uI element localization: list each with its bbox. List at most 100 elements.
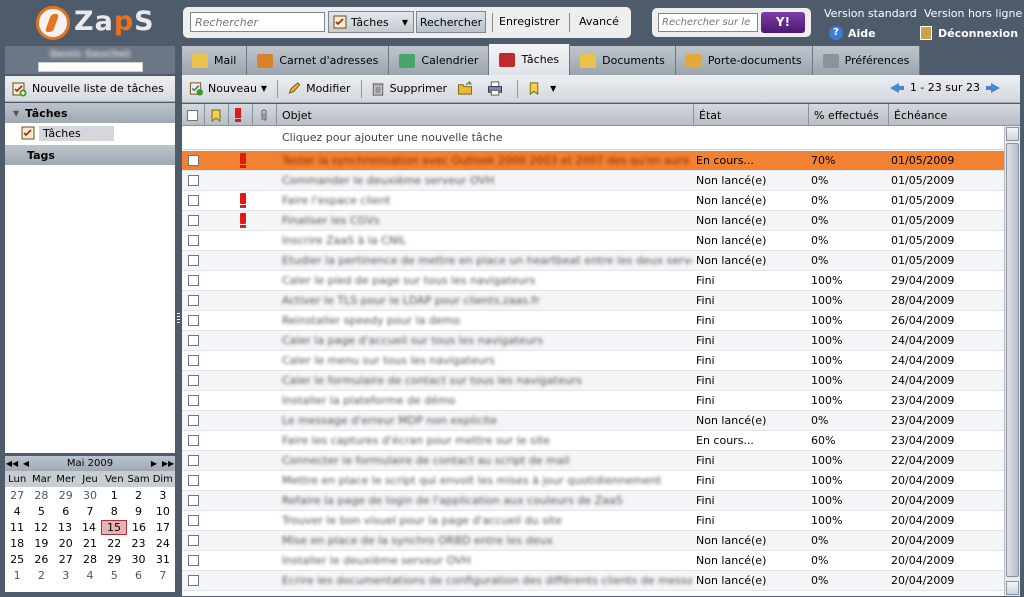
next-month-icon[interactable]: ▶: [147, 459, 161, 468]
calendar-day[interactable]: 6: [126, 569, 150, 582]
search-input[interactable]: [190, 12, 325, 32]
move-to-folder-button[interactable]: [457, 81, 477, 96]
calendar-day[interactable]: 26: [29, 553, 53, 566]
calendar-day[interactable]: 5: [102, 569, 126, 582]
subject-column-header[interactable]: Objet: [277, 104, 694, 126]
calendar-day[interactable]: 2: [29, 569, 53, 582]
yahoo-search-button[interactable]: Y!: [761, 12, 805, 33]
calendar-day[interactable]: 29: [102, 553, 126, 566]
prev-page-icon[interactable]: [889, 82, 904, 94]
prev-month-icon[interactable]: ◀: [19, 459, 33, 468]
row-checkbox[interactable]: [188, 355, 199, 366]
tab-briefcase[interactable]: Porte-documents: [675, 46, 813, 75]
next-page-icon[interactable]: [986, 82, 1000, 94]
calendar-day[interactable]: 1: [102, 489, 126, 502]
scroll-up-icon[interactable]: [1006, 127, 1019, 141]
task-subject[interactable]: Tester la synchronisation avec Outlook 2…: [282, 151, 692, 171]
calendar-day[interactable]: 27: [5, 489, 29, 502]
search-type-dropdown[interactable]: Tâches ▼: [328, 11, 414, 33]
row-checkbox[interactable]: [188, 475, 199, 486]
prev-year-icon[interactable]: ◀◀: [5, 459, 19, 468]
tab-calendar[interactable]: Calendrier: [389, 46, 490, 75]
calendar-day[interactable]: 28: [29, 489, 53, 502]
task-subject[interactable]: Reinstaller speedy pour la demo: [282, 311, 692, 331]
task-subject[interactable]: Le message d'erreur MDP non explicite: [282, 411, 692, 431]
row-checkbox[interactable]: [188, 495, 199, 506]
calendar-day[interactable]: 30: [78, 489, 102, 502]
table-row[interactable]: Caler le pied de page sur tous les navig…: [182, 271, 1004, 291]
tag-column-header[interactable]: [205, 104, 229, 126]
task-subject[interactable]: Mettre en place le script qui envoit les…: [282, 471, 692, 491]
task-subject[interactable]: Installer la plateforme de démo: [282, 391, 692, 411]
row-checkbox[interactable]: [188, 415, 199, 426]
task-subject[interactable]: Connecter le formulaire de contact au sc…: [282, 451, 692, 471]
table-row[interactable]: Installer la plateforme de démo Fini 100% 2…: [182, 391, 1004, 411]
calendar-day[interactable]: 3: [151, 489, 175, 502]
table-row[interactable]: Installer le deuxième serveur OVH Non lan…: [182, 551, 1004, 571]
calendar-day[interactable]: 18: [5, 537, 29, 550]
calendar-day[interactable]: 28: [78, 553, 102, 566]
sidebar-item-tasks[interactable]: Tâches: [5, 123, 175, 143]
state-column-header[interactable]: État: [694, 104, 809, 126]
calendar-day[interactable]: 8: [102, 505, 126, 518]
priority-column-header[interactable]: [229, 104, 253, 126]
row-checkbox[interactable]: [188, 375, 199, 386]
task-subject[interactable]: Inscrire ZaaS à la CNIL: [282, 231, 692, 251]
new-task-list-button[interactable]: Nouvelle liste de tâches: [5, 76, 175, 102]
table-row[interactable]: Finaliser les CGVs Non lancé(e) 0% 01/05/20…: [182, 211, 1004, 231]
calendar-day[interactable]: 1: [5, 569, 29, 582]
task-subject[interactable]: Trouver le bon visuel pour la page d'acc…: [282, 511, 692, 531]
add-task-row[interactable]: Cliquez pour ajouter une nouvelle tâche: [182, 126, 1004, 150]
task-subject[interactable]: Mise en place de la synchro ORBD entre l…: [282, 531, 692, 551]
table-row[interactable]: Etudier la pertinence de mettre en place…: [182, 251, 1004, 271]
row-checkbox[interactable]: [188, 435, 199, 446]
tag-button[interactable]: ▼: [526, 81, 556, 96]
table-row[interactable]: Caler le menu sur tous les navigateurs Fi…: [182, 351, 1004, 371]
save-search-button[interactable]: Enregistrer: [499, 15, 560, 28]
calendar-day[interactable]: 6: [54, 505, 78, 518]
scroll-thumb[interactable]: [1006, 143, 1019, 577]
row-checkbox[interactable]: [188, 535, 199, 546]
task-subject[interactable]: Caler la page d'accueil sur tous les nav…: [282, 331, 692, 351]
row-checkbox[interactable]: [188, 255, 199, 266]
attachment-column-header[interactable]: [253, 104, 277, 126]
calendar-day[interactable]: 4: [78, 569, 102, 582]
task-subject[interactable]: Commander le deuxième serveur OVH: [282, 171, 692, 191]
chevron-down-icon[interactable]: ▼: [550, 84, 556, 93]
help-link[interactable]: ? Aide: [829, 26, 876, 40]
table-row[interactable]: Mettre en place le script qui envoit les…: [182, 471, 1004, 491]
select-all-header[interactable]: [182, 104, 205, 126]
vertical-scrollbar[interactable]: [1004, 126, 1020, 596]
calendar-day[interactable]: 16: [127, 521, 151, 534]
advanced-search-button[interactable]: Avancé: [579, 15, 619, 28]
calendar-day[interactable]: 30: [126, 553, 150, 566]
calendar-day[interactable]: 9: [126, 505, 150, 518]
percent-column-header[interactable]: % effectués: [809, 104, 889, 126]
tab-documents[interactable]: Documents: [570, 46, 676, 75]
tab-preferences[interactable]: Préférences: [812, 46, 921, 75]
splitter-handle-icon[interactable]: [176, 312, 181, 324]
tab-tasks[interactable]: Tâches: [489, 44, 571, 75]
calendar-day[interactable]: 13: [53, 521, 77, 534]
table-row[interactable]: Faire l'espace client Non lancé(e) 0% 01/05…: [182, 191, 1004, 211]
calendar-day[interactable]: 29: [54, 489, 78, 502]
calendar-day[interactable]: 27: [54, 553, 78, 566]
calendar-day[interactable]: 20: [54, 537, 78, 550]
new-button[interactable]: Nouveau ▼: [188, 81, 267, 96]
web-search-input[interactable]: [658, 13, 758, 32]
due-column-header[interactable]: Échéance: [889, 104, 1004, 126]
table-row[interactable]: Connecter le formulaire de contact au sc…: [182, 451, 1004, 471]
task-subject[interactable]: Caler le formulaire de contact sur tous …: [282, 371, 692, 391]
calendar-day[interactable]: 12: [29, 521, 53, 534]
table-row[interactable]: Mise en place de la synchro ORBD entre l…: [182, 531, 1004, 551]
tab-mail[interactable]: Mail: [182, 46, 248, 75]
chevron-down-icon[interactable]: ▼: [261, 84, 267, 93]
calendar-day[interactable]: 15: [101, 519, 127, 535]
calendar-day[interactable]: 19: [29, 537, 53, 550]
row-checkbox[interactable]: [188, 215, 199, 226]
task-subject[interactable]: Activer le TLS pour le LDAP pour clients…: [282, 291, 692, 311]
calendar-day[interactable]: 25: [5, 553, 29, 566]
row-checkbox[interactable]: [188, 315, 199, 326]
logout-link[interactable]: Déconnexion: [920, 26, 1018, 40]
calendar-day[interactable]: 23: [126, 537, 150, 550]
